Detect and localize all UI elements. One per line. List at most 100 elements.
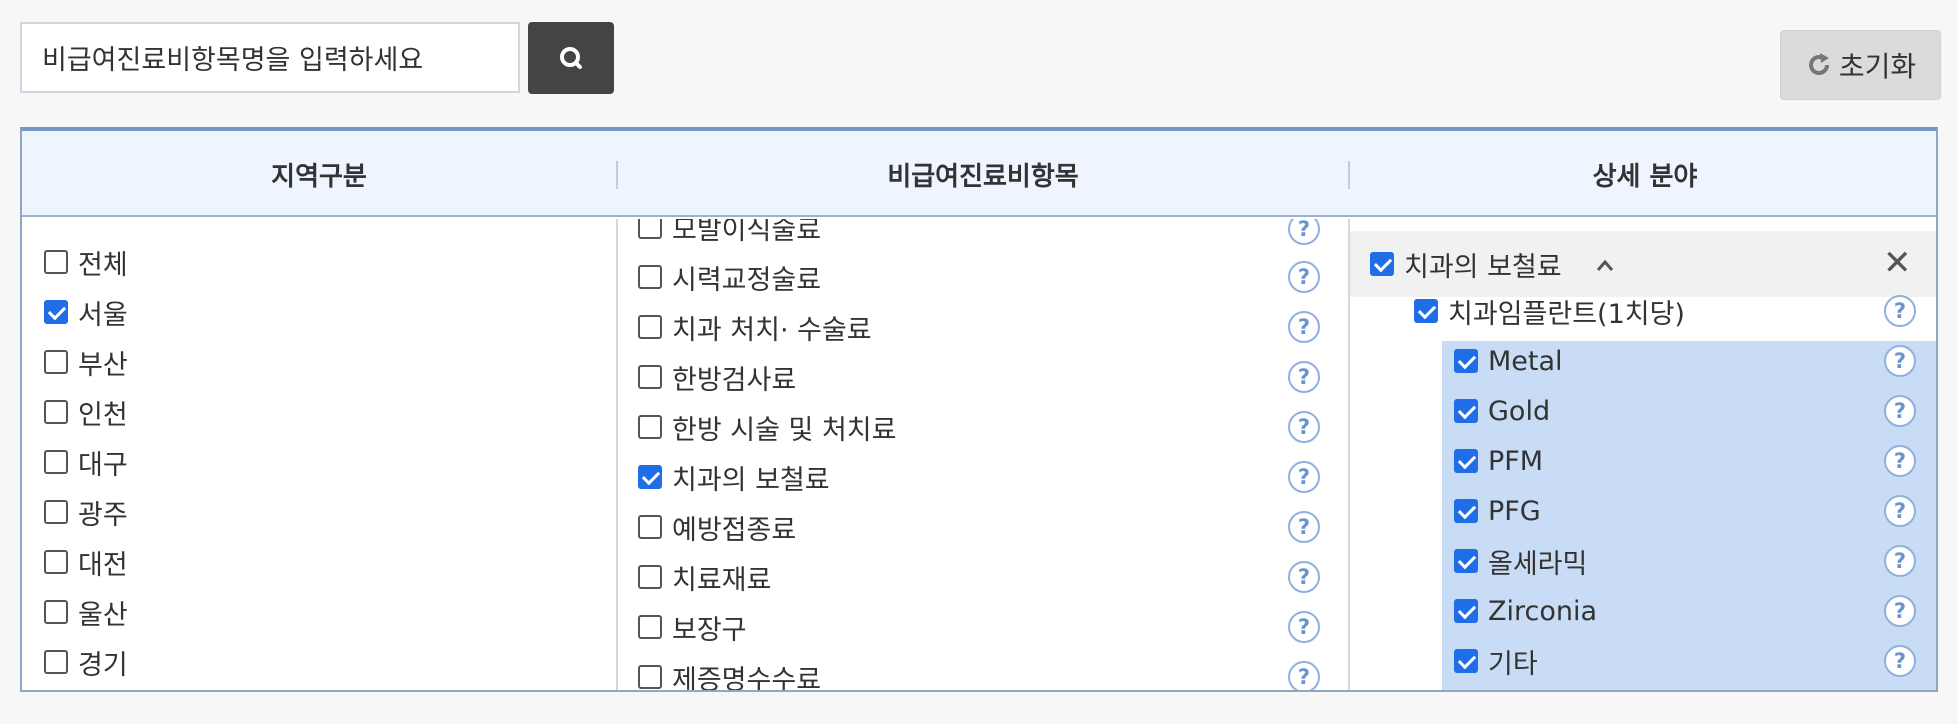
- region-item[interactable]: 대구: [44, 442, 128, 482]
- item-row[interactable]: 한방 시술 및 처치료: [638, 407, 896, 447]
- item-row[interactable]: 예방접종료: [638, 507, 796, 547]
- region-checkbox[interactable]: [44, 450, 68, 474]
- detail-panel: 치과의 보철료 ✕ 치과임플란트(1치당) ? Metal ? Gold ? P…: [1350, 219, 1936, 690]
- item-row[interactable]: 치과 처치· 수술료: [638, 307, 872, 347]
- help-icon[interactable]: ?: [1288, 219, 1320, 245]
- region-item[interactable]: 대전: [44, 542, 128, 582]
- option-item[interactable]: Gold: [1454, 391, 1550, 431]
- region-label: 부산: [78, 349, 128, 381]
- option-checkbox[interactable]: [1454, 349, 1478, 373]
- option-item[interactable]: PFM: [1454, 441, 1543, 481]
- option-checkbox[interactable]: [1454, 399, 1478, 423]
- item-label: 모발이식술료: [672, 219, 822, 246]
- option-checkbox[interactable]: [1454, 599, 1478, 623]
- help-icon[interactable]: ?: [1288, 311, 1320, 343]
- region-checkbox[interactable]: [44, 350, 68, 374]
- close-icon[interactable]: ✕: [1883, 246, 1912, 280]
- search-icon: [560, 47, 582, 69]
- help-icon[interactable]: ?: [1884, 495, 1916, 527]
- item-row[interactable]: 한방검사료: [638, 357, 796, 397]
- region-label: 서울: [78, 299, 128, 331]
- help-icon[interactable]: ?: [1288, 411, 1320, 443]
- option-checkbox[interactable]: [1454, 549, 1478, 573]
- region-item[interactable]: 전체: [44, 242, 128, 282]
- option-label: PFM: [1488, 445, 1544, 477]
- item-label: 보장구: [672, 614, 747, 646]
- item-label: 치료재료: [672, 564, 772, 596]
- reset-label: 초기화: [1838, 50, 1917, 83]
- item-checkbox[interactable]: [638, 615, 662, 639]
- option-item[interactable]: Zirconia: [1454, 591, 1597, 631]
- help-icon[interactable]: ?: [1288, 461, 1320, 493]
- option-label: 기타: [1488, 648, 1538, 680]
- option-item[interactable]: Metal: [1454, 341, 1563, 381]
- region-list[interactable]: 전체 서울 부산 인천 대구 광주 대전 울산 경기: [22, 219, 616, 690]
- region-checkbox[interactable]: [44, 500, 68, 524]
- group-checkbox[interactable]: [1414, 299, 1438, 323]
- region-item[interactable]: 광주: [44, 492, 128, 532]
- item-checkbox[interactable]: [638, 515, 662, 539]
- region-checkbox[interactable]: [44, 550, 68, 574]
- region-label: 인천: [78, 399, 128, 431]
- help-icon[interactable]: ?: [1288, 611, 1320, 643]
- region-checkbox[interactable]: [44, 650, 68, 674]
- option-checkbox[interactable]: [1454, 499, 1478, 523]
- search-input[interactable]: [20, 22, 520, 93]
- option-checkbox[interactable]: [1454, 449, 1478, 473]
- help-icon[interactable]: ?: [1884, 595, 1916, 627]
- region-item[interactable]: 울산: [44, 592, 128, 632]
- region-checkbox[interactable]: [44, 400, 68, 424]
- option-label: Zirconia: [1488, 595, 1598, 627]
- item-row[interactable]: 시력교정술료: [638, 257, 821, 297]
- item-row[interactable]: 제증명수수료: [638, 657, 821, 690]
- item-label: 치과 처치· 수술료: [672, 314, 872, 346]
- region-label: 대전: [78, 549, 128, 581]
- items-column-title: 비급여진료비항목: [887, 161, 1079, 192]
- item-checkbox[interactable]: [638, 665, 662, 689]
- items-list[interactable]: 모발이식술료 ? 시력교정술료 ? 치과 처치· 수술료 ? 한방검사료 ? 한…: [618, 219, 1348, 690]
- region-label: 전체: [78, 249, 128, 281]
- filter-panel: 지역구분 비급여진료비항목 상세 분야 전체 서울 부산 인천 대구 광주 대전…: [20, 127, 1938, 692]
- help-icon[interactable]: ?: [1884, 445, 1916, 477]
- category-checkbox[interactable]: [1370, 252, 1394, 276]
- help-icon[interactable]: ?: [1288, 361, 1320, 393]
- item-checkbox[interactable]: [638, 315, 662, 339]
- item-checkbox[interactable]: [638, 219, 662, 239]
- item-checkbox[interactable]: [638, 265, 662, 289]
- detail-group[interactable]: 치과임플란트(1치당): [1414, 291, 1685, 331]
- help-icon[interactable]: ?: [1288, 511, 1320, 543]
- item-checkbox[interactable]: [638, 365, 662, 389]
- search-button[interactable]: [528, 22, 614, 94]
- region-item[interactable]: 인천: [44, 392, 128, 432]
- help-icon[interactable]: ?: [1884, 295, 1916, 327]
- help-icon[interactable]: ?: [1288, 661, 1320, 690]
- help-icon[interactable]: ?: [1884, 645, 1916, 677]
- region-item[interactable]: 서울: [44, 292, 128, 332]
- item-checkbox[interactable]: [638, 565, 662, 589]
- region-checkbox[interactable]: [44, 600, 68, 624]
- region-checkbox[interactable]: [44, 250, 68, 274]
- option-checkbox[interactable]: [1454, 649, 1478, 673]
- item-checkbox[interactable]: [638, 465, 662, 489]
- region-item[interactable]: 경기: [44, 642, 128, 682]
- item-row[interactable]: 치과의 보철료: [638, 457, 830, 497]
- help-icon[interactable]: ?: [1884, 545, 1916, 577]
- option-item[interactable]: PFG: [1454, 491, 1541, 531]
- option-item[interactable]: 올세라믹: [1454, 541, 1587, 581]
- item-row[interactable]: 치료재료: [638, 557, 771, 597]
- region-checkbox[interactable]: [44, 300, 68, 324]
- help-icon[interactable]: ?: [1288, 561, 1320, 593]
- help-icon[interactable]: ?: [1288, 261, 1320, 293]
- help-icon[interactable]: ?: [1884, 395, 1916, 427]
- detail-category[interactable]: 치과의 보철료: [1370, 244, 1562, 284]
- chevron-up-icon[interactable]: [1596, 257, 1614, 275]
- option-item[interactable]: 기타: [1454, 641, 1538, 681]
- region-item[interactable]: 부산: [44, 342, 128, 382]
- reset-button[interactable]: 초기화: [1780, 30, 1941, 100]
- category-label: 치과의 보철료: [1404, 251, 1562, 283]
- item-row[interactable]: 모발이식술료: [638, 219, 821, 247]
- detail-column-title: 상세 분야: [1592, 161, 1698, 192]
- item-row[interactable]: 보장구: [638, 607, 747, 647]
- help-icon[interactable]: ?: [1884, 345, 1916, 377]
- item-checkbox[interactable]: [638, 415, 662, 439]
